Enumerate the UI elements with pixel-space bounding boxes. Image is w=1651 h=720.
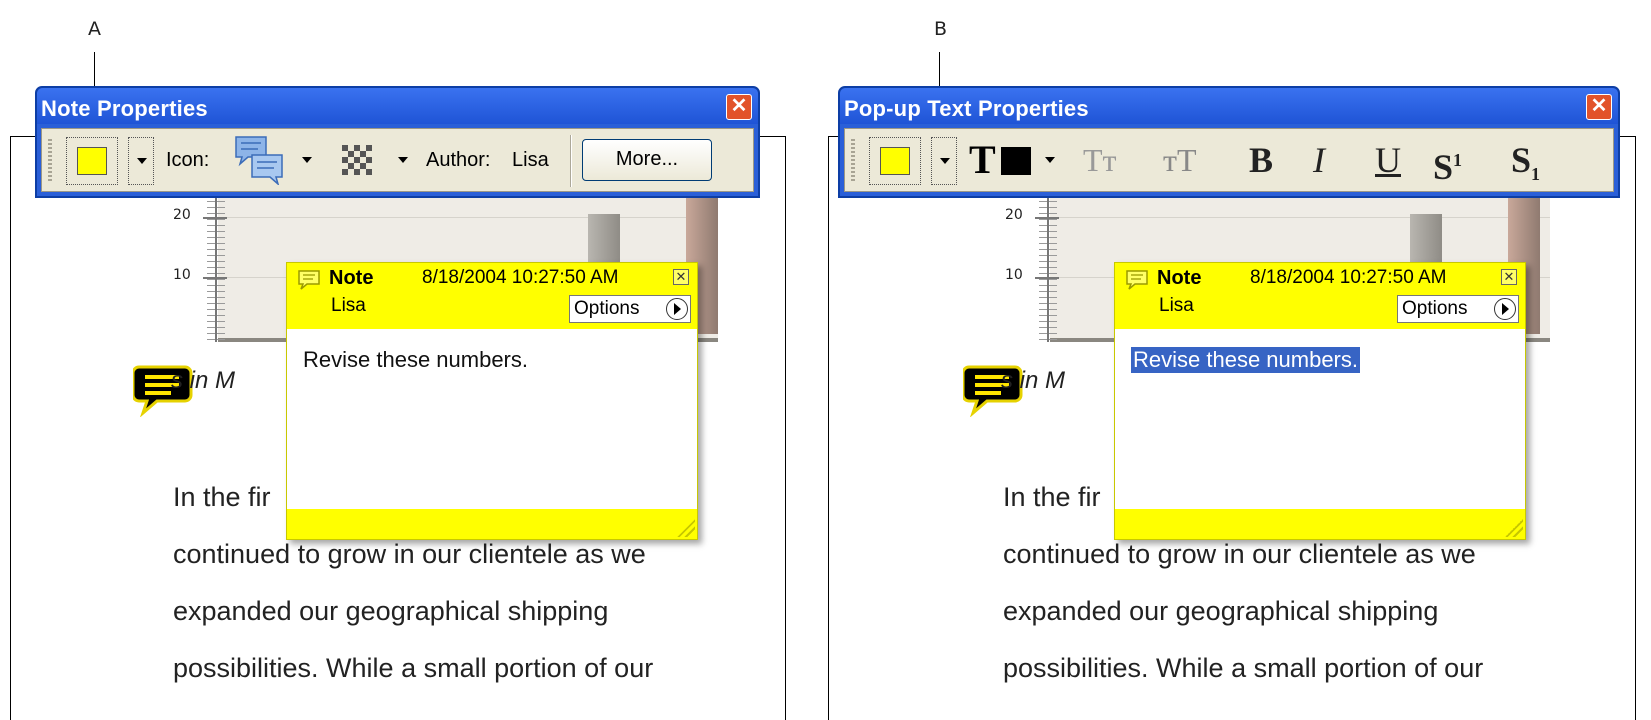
tick-mark xyxy=(203,217,227,219)
options-arrow-icon xyxy=(1494,298,1516,320)
tick-label-20: 20 xyxy=(173,207,191,223)
chevron-down-icon xyxy=(137,158,147,164)
popup-body-text[interactable]: Revise these numbers. xyxy=(303,347,528,373)
popup-text-properties-toolbar: Pop-up Text Properties ✕ T Tт тT B I U S… xyxy=(838,86,1620,198)
text-color-dropdown-icon[interactable] xyxy=(1045,157,1055,163)
popup-footer xyxy=(287,509,697,539)
subscript-base: S xyxy=(1511,140,1532,180)
increase-font-size-button[interactable]: тT xyxy=(1163,137,1197,183)
note-icon-picker-icon[interactable] xyxy=(234,135,286,185)
popup-body-text-selected[interactable]: Revise these numbers. xyxy=(1131,347,1360,373)
opacity-checker-icon[interactable] xyxy=(338,141,378,181)
callout-a-label: A xyxy=(88,18,101,40)
toolbar-close-icon[interactable]: ✕ xyxy=(1586,94,1612,120)
doc-paragraph-line: possibilities. While a small portion of … xyxy=(1003,653,1484,683)
note-properties-toolbar: Note Properties ✕ Icon: Author: Lisa Mor… xyxy=(35,86,760,198)
gridline xyxy=(1050,217,1550,218)
underline-button[interactable]: U xyxy=(1375,137,1401,183)
tick-label-20: 20 xyxy=(1005,207,1023,223)
popup-note[interactable]: Note Lisa 8/18/2004 10:27:50 AM ✕ Option… xyxy=(1114,262,1526,540)
bold-button[interactable]: B xyxy=(1249,137,1273,183)
gridline xyxy=(218,217,718,218)
more-button[interactable]: More... xyxy=(582,139,712,181)
tick-label-10: 10 xyxy=(1005,267,1023,283)
text-color-button[interactable]: T xyxy=(969,137,996,183)
decrease-font-size-button[interactable]: Tт xyxy=(1083,137,1117,183)
doc-paragraph-line: In the fir xyxy=(173,482,271,512)
popup-close-icon[interactable]: ✕ xyxy=(673,269,689,285)
icon-dropdown-icon[interactable] xyxy=(302,157,312,163)
superscript-base: S xyxy=(1433,147,1454,187)
popup-options-button[interactable]: Options xyxy=(569,295,691,323)
subscript-button[interactable]: S1 xyxy=(1511,137,1541,185)
popup-title: Note xyxy=(1157,267,1202,289)
note-small-icon xyxy=(298,270,320,290)
superscript-button[interactable]: S1 xyxy=(1433,137,1463,187)
color-swatch xyxy=(77,147,107,175)
icon-label: Icon: xyxy=(166,149,210,171)
popup-header[interactable]: Note Lisa 8/18/2004 10:27:50 AM ✕ Option… xyxy=(1115,263,1525,329)
popup-author: Lisa xyxy=(331,295,366,316)
tick-label-10: 10 xyxy=(173,267,191,283)
text-color-swatch xyxy=(1001,147,1031,175)
tick-mark xyxy=(1035,217,1059,219)
popup-footer xyxy=(1115,509,1525,539)
resize-grip-icon[interactable] xyxy=(677,519,695,537)
color-dropdown-button[interactable] xyxy=(931,137,957,185)
popup-close-icon[interactable]: ✕ xyxy=(1501,269,1517,285)
doc-heading-fragment: s in M xyxy=(1001,367,1066,394)
popup-author: Lisa xyxy=(1159,295,1194,316)
popup-title: Note xyxy=(329,267,374,289)
doc-paragraph-line: expanded our geographical shipping xyxy=(1003,596,1439,626)
doc-paragraph-line: possibilities. While a small portion of … xyxy=(173,653,654,683)
author-value: Lisa xyxy=(512,149,549,171)
toolbar-title: Pop-up Text Properties xyxy=(844,96,1089,121)
popup-note[interactable]: Note Lisa 8/18/2004 10:27:50 AM ✕ Option… xyxy=(286,262,698,540)
toolbar-body: Icon: Author: Lisa More... xyxy=(41,128,754,192)
toolbar-grip[interactable] xyxy=(48,139,52,183)
doc-paragraph-line: In the fir xyxy=(1003,482,1101,512)
resize-grip-icon[interactable] xyxy=(1505,519,1523,537)
doc-heading-fragment: s in M xyxy=(171,367,236,394)
toolbar-body: T Tт тT B I U S1 S1 xyxy=(844,128,1614,192)
toolbar-titlebar[interactable]: Pop-up Text Properties ✕ xyxy=(840,88,1618,124)
toolbar-grip[interactable] xyxy=(851,139,855,183)
callout-b-label: B xyxy=(934,18,948,40)
color-swatch xyxy=(880,147,910,175)
italic-button[interactable]: I xyxy=(1313,137,1325,183)
toolbar-title: Note Properties xyxy=(41,96,208,121)
popup-options-button[interactable]: Options xyxy=(1397,295,1519,323)
subscript-mark: 1 xyxy=(1531,164,1541,185)
popup-datetime: 8/18/2004 10:27:50 AM xyxy=(1250,267,1447,288)
note-small-icon xyxy=(1126,270,1148,290)
color-button[interactable] xyxy=(869,137,921,185)
color-button[interactable] xyxy=(66,137,118,185)
color-dropdown-button[interactable] xyxy=(128,137,154,185)
tick-mark xyxy=(203,277,227,279)
tick-mark xyxy=(1035,277,1059,279)
popup-header[interactable]: Note Lisa 8/18/2004 10:27:50 AM ✕ Option… xyxy=(287,263,697,329)
author-label: Author: xyxy=(426,149,491,171)
doc-paragraph-line: expanded our geographical shipping xyxy=(173,596,609,626)
toolbar-separator xyxy=(570,135,572,187)
opacity-dropdown-icon[interactable] xyxy=(398,157,408,163)
options-arrow-icon xyxy=(666,298,688,320)
chevron-down-icon xyxy=(940,158,950,164)
toolbar-titlebar[interactable]: Note Properties ✕ xyxy=(37,88,758,124)
superscript-mark: 1 xyxy=(1453,150,1463,170)
popup-datetime: 8/18/2004 10:27:50 AM xyxy=(422,267,619,288)
popup-options-label: Options xyxy=(1402,298,1468,319)
toolbar-close-icon[interactable]: ✕ xyxy=(726,94,752,120)
popup-options-label: Options xyxy=(574,298,640,319)
